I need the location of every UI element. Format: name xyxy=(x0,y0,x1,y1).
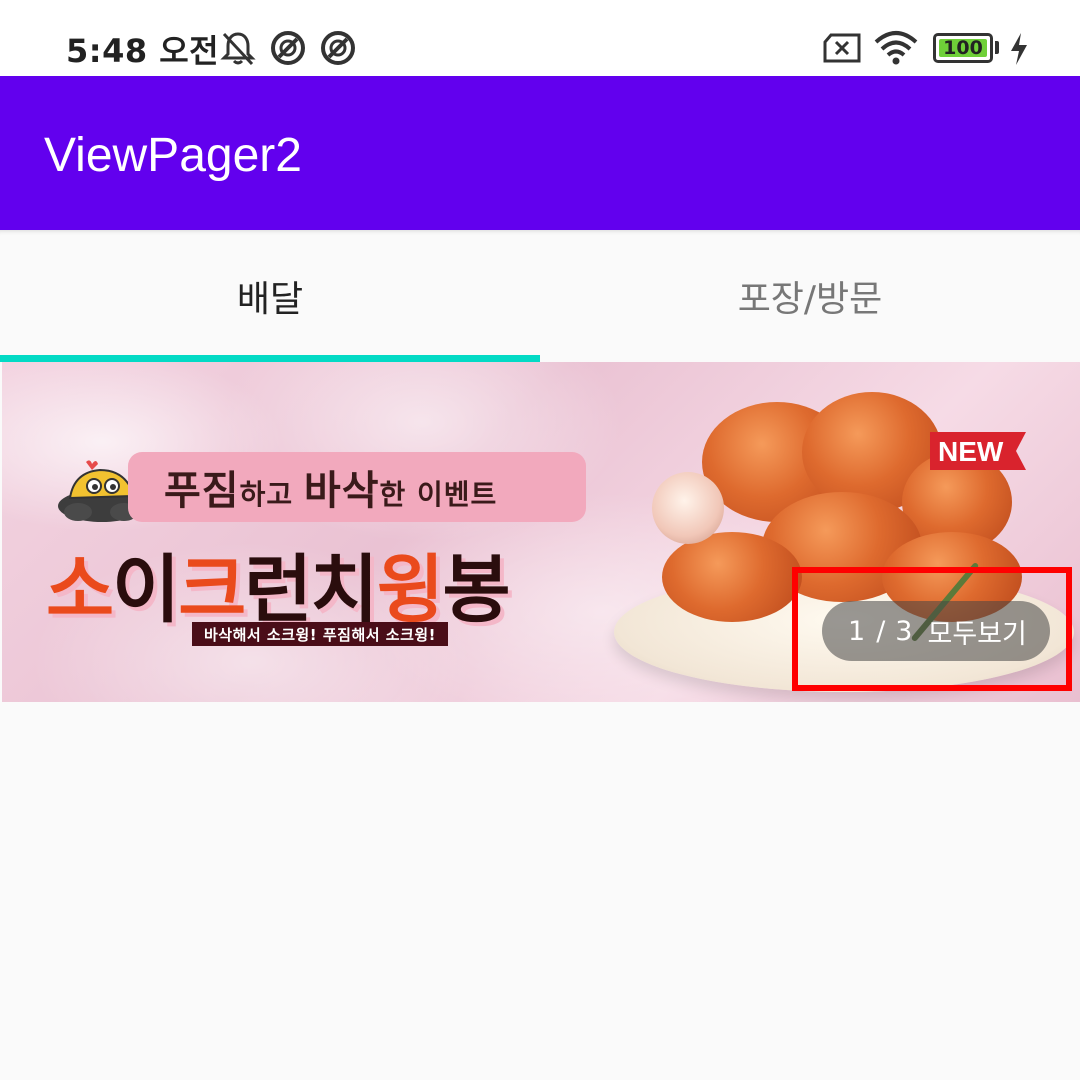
new-badge-label: NEW xyxy=(938,436,1004,467)
app-notification-icon xyxy=(321,31,355,65)
tab-bar: 배달 포장/방문 xyxy=(0,230,1080,362)
highlight-annotation-box xyxy=(792,567,1072,691)
app-bar-title: ViewPager2 xyxy=(44,129,302,182)
charging-icon xyxy=(1011,33,1027,65)
status-time: 5:48 오전 xyxy=(66,32,220,70)
wifi-icon xyxy=(874,31,918,65)
battery-level: 100 xyxy=(943,37,983,59)
event-headline-pill: 푸짐하고 바삭한 이벤트 xyxy=(128,452,586,522)
no-sim-icon xyxy=(823,33,861,63)
banner-main-title: 소이크런치윙봉 xyxy=(46,547,511,633)
chicken-piece xyxy=(662,532,802,622)
status-bar: 5:48 오전 100 xyxy=(0,0,1080,76)
app-bar: ViewPager2 xyxy=(0,76,1080,230)
tab-pickup-visit[interactable]: 포장/방문 xyxy=(540,230,1080,362)
event-headline: 푸짐하고 바삭한 이벤트 xyxy=(164,468,498,514)
new-badge: NEW xyxy=(930,432,1026,470)
app-notification-icon xyxy=(271,31,305,65)
battery-icon: 100 xyxy=(933,33,993,63)
tab-delivery[interactable]: 배달 xyxy=(0,230,540,362)
notifications-off-icon xyxy=(220,32,256,66)
garlic-image xyxy=(652,472,724,544)
tab-indicator xyxy=(0,355,540,362)
banner-subtitle: 바삭해서 소크윙! 푸짐해서 소크윙! xyxy=(192,622,448,646)
